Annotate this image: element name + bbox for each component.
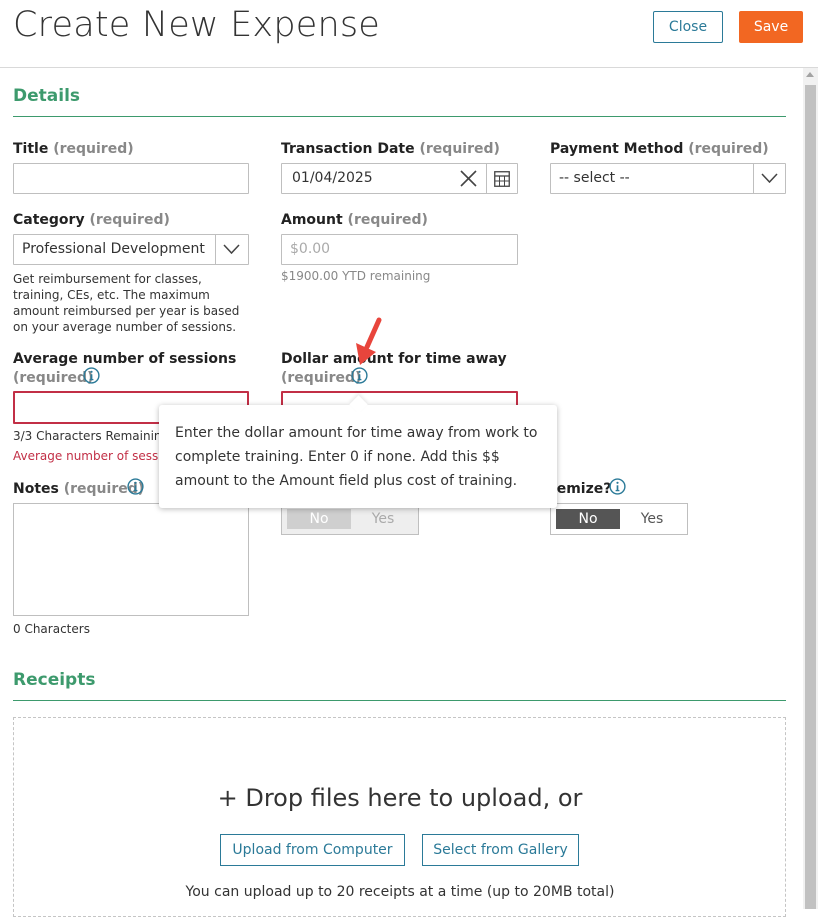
info-icon[interactable] bbox=[83, 367, 100, 384]
page-title: Create New Expense bbox=[13, 5, 381, 45]
payment-method-value: -- select -- bbox=[559, 170, 630, 186]
category-help-text: Get reimbursement for classes, training,… bbox=[13, 272, 240, 334]
info-icon[interactable] bbox=[127, 478, 144, 495]
close-button[interactable]: Close bbox=[653, 11, 723, 43]
receipts-divider bbox=[13, 700, 786, 701]
transaction-date-value: 01/04/2025 bbox=[292, 170, 373, 186]
title-label: Title (required) bbox=[13, 141, 134, 157]
chevron-down-icon[interactable] bbox=[223, 244, 240, 255]
select-from-gallery-button[interactable]: Select from Gallery bbox=[422, 834, 579, 866]
required-tag: (required) bbox=[688, 141, 769, 157]
info-icon[interactable] bbox=[609, 478, 626, 495]
amount-label: Amount (required) bbox=[281, 212, 428, 228]
toggle-no-option[interactable]: No bbox=[287, 509, 351, 529]
receipts-section-title: Receipts bbox=[13, 670, 96, 690]
category-label: Category (required) bbox=[13, 212, 170, 228]
avg-sessions-char-count: 3/3 Characters Remaining bbox=[13, 429, 170, 443]
scroll-up-icon[interactable] bbox=[806, 72, 814, 77]
info-icon[interactable] bbox=[351, 367, 368, 384]
payment-method-label-text: Payment Method bbox=[550, 141, 684, 157]
upload-limit-note: You can upload up to 20 receipts at a ti… bbox=[185, 884, 615, 900]
info-tooltip: Enter the dollar amount for time away fr… bbox=[159, 395, 557, 508]
itemize-label: temize? bbox=[550, 481, 612, 497]
save-button[interactable]: Save bbox=[739, 11, 803, 43]
itemize-no-option[interactable]: No bbox=[556, 509, 620, 529]
itemize-yes-option[interactable]: Yes bbox=[621, 509, 683, 529]
select-divider bbox=[215, 235, 216, 264]
required-tag: (required) bbox=[53, 141, 134, 157]
dollar-time-away-label: Dollar amount for time away bbox=[281, 351, 507, 367]
avg-sessions-error: Average number of sessio bbox=[13, 449, 169, 463]
pointer-arrow-icon bbox=[356, 317, 382, 365]
select-divider bbox=[753, 164, 754, 193]
required-tag: (required) bbox=[347, 212, 428, 228]
category-select[interactable]: Professional Development bbox=[13, 234, 249, 265]
clear-x-icon[interactable] bbox=[459, 169, 478, 188]
notes-label-text: Notes bbox=[13, 481, 59, 497]
notes-label: Notes (required) bbox=[13, 481, 144, 497]
payment-method-label: Payment Method (required) bbox=[550, 141, 769, 157]
notes-char-count: 0 Characters bbox=[13, 622, 90, 636]
category-label-text: Category bbox=[13, 212, 85, 228]
drop-files-text: + Drop files here to upload, or bbox=[217, 784, 583, 812]
transaction-date-label-text: Transaction Date bbox=[281, 141, 415, 157]
payment-method-select[interactable]: -- select -- bbox=[550, 163, 786, 194]
date-input-divider bbox=[486, 164, 487, 193]
calendar-icon[interactable] bbox=[494, 171, 510, 187]
amount-input[interactable]: $0.00 bbox=[281, 234, 518, 265]
tooltip-text: Enter the dollar amount for time away fr… bbox=[175, 425, 538, 489]
avg-sessions-label: Average number of sessions bbox=[13, 351, 237, 367]
title-label-text: Title bbox=[13, 141, 49, 157]
scrollbar-thumb[interactable] bbox=[805, 85, 816, 909]
required-tag: (required) bbox=[281, 370, 362, 386]
amount-remaining-text: $1900.00 YTD remaining bbox=[281, 269, 431, 283]
amount-label-text: Amount bbox=[281, 212, 343, 228]
details-section-title: Details bbox=[13, 86, 81, 106]
required-tag: (required) bbox=[13, 370, 94, 386]
title-input[interactable] bbox=[13, 163, 249, 194]
required-tag: (required) bbox=[89, 212, 170, 228]
transaction-date-label: Transaction Date (required) bbox=[281, 141, 500, 157]
notes-textarea[interactable] bbox=[13, 503, 249, 616]
category-value: Professional Development bbox=[22, 241, 205, 257]
chevron-down-icon[interactable] bbox=[761, 173, 778, 184]
upload-from-computer-button[interactable]: Upload from Computer bbox=[220, 834, 405, 866]
transaction-date-input[interactable]: 01/04/2025 bbox=[281, 163, 518, 194]
required-tag: (required) bbox=[419, 141, 500, 157]
details-divider bbox=[13, 116, 786, 117]
amount-placeholder: $0.00 bbox=[290, 241, 331, 257]
toggle-yes-option[interactable]: Yes bbox=[352, 509, 414, 529]
page-header: Create New Expense Close Save bbox=[0, 0, 818, 68]
itemize-toggle[interactable]: No Yes bbox=[550, 503, 688, 535]
